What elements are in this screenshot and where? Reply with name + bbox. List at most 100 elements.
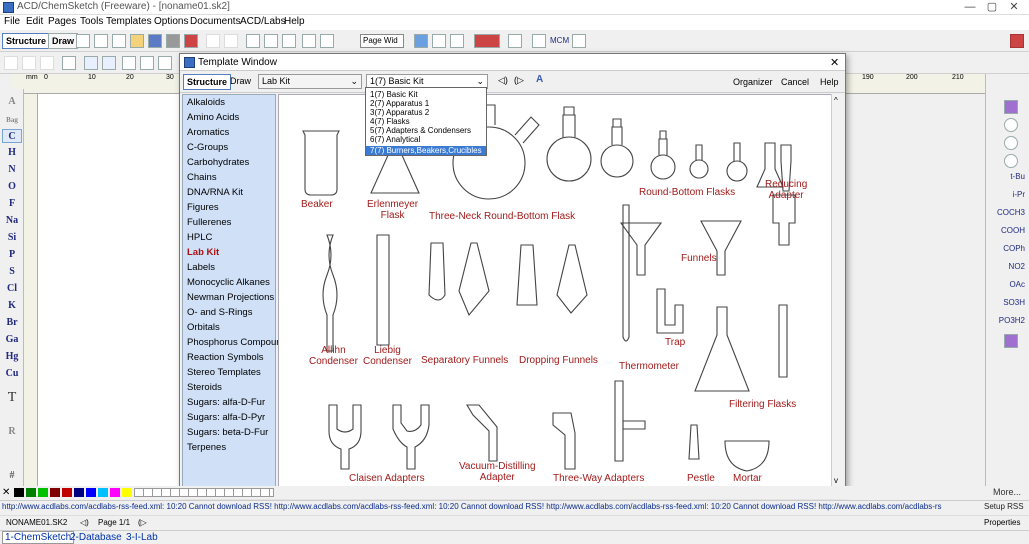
color-swatch[interactable] bbox=[98, 488, 108, 497]
color-swatch[interactable] bbox=[110, 488, 120, 497]
next-page-icon[interactable]: (▷ bbox=[514, 75, 524, 86]
category-item[interactable]: Labels bbox=[187, 262, 215, 273]
category-item[interactable]: Reaction Symbols bbox=[187, 352, 264, 363]
category-item[interactable]: Chains bbox=[187, 172, 217, 183]
category-item[interactable]: Alkaloids bbox=[187, 97, 225, 108]
category-item[interactable]: HPLC bbox=[187, 232, 212, 243]
radical-cooh[interactable]: COOH bbox=[1001, 226, 1025, 235]
atom-c-button[interactable]: C bbox=[2, 129, 22, 143]
periodic-table-button[interactable]: # bbox=[2, 469, 22, 483]
properties-button[interactable]: Properties bbox=[984, 518, 1020, 527]
template-draw-tab[interactable]: Draw bbox=[230, 76, 251, 86]
eraser-icon[interactable] bbox=[122, 56, 136, 70]
pencil-icon[interactable] bbox=[140, 56, 154, 70]
category-item[interactable]: DNA/RNA Kit bbox=[187, 187, 243, 198]
3d-viewer-icon[interactable] bbox=[450, 34, 464, 48]
template-icon[interactable] bbox=[414, 34, 428, 48]
radical-no2[interactable]: NO2 bbox=[1009, 262, 1025, 271]
color-swatch[interactable] bbox=[62, 488, 72, 497]
bag-button[interactable]: Bag bbox=[2, 113, 22, 127]
atom-si-button[interactable]: Si bbox=[2, 231, 22, 245]
cancel-button[interactable]: Cancel bbox=[781, 77, 809, 87]
atom-k-button[interactable]: K bbox=[2, 299, 22, 313]
dropdown-option[interactable]: 2(7) Apparatus 1 bbox=[370, 99, 429, 108]
template-scrollbar[interactable]: ^ v bbox=[831, 94, 843, 492]
category-item[interactable]: Sugars: alfa-D-Pyr bbox=[187, 412, 265, 423]
kit-select[interactable]: Lab Kit ⌄ bbox=[258, 74, 362, 89]
close-button[interactable]: ✕ bbox=[1004, 0, 1024, 15]
prev-page-icon[interactable]: ◁) bbox=[498, 75, 508, 86]
new-page-icon[interactable] bbox=[76, 34, 90, 48]
tautomers-icon[interactable] bbox=[572, 34, 586, 48]
rss-ticker[interactable]: http://www.acdlabs.com/acdlabs-rss-feed.… bbox=[2, 502, 977, 511]
menu-help[interactable]: Help bbox=[284, 16, 305, 27]
minimize-button[interactable]: — bbox=[960, 0, 980, 15]
atom-a-button[interactable]: A bbox=[2, 95, 22, 109]
color-swatch[interactable] bbox=[74, 488, 84, 497]
name-icon[interactable] bbox=[508, 34, 522, 48]
menu-documents[interactable]: Documents bbox=[190, 16, 241, 27]
structure-icon[interactable] bbox=[432, 34, 446, 48]
color-swatch[interactable] bbox=[50, 488, 60, 497]
radical-tbu[interactable]: t-Bu bbox=[1010, 172, 1025, 181]
category-item-selected[interactable]: Lab Kit bbox=[187, 247, 219, 258]
atom-p-button[interactable]: P bbox=[2, 248, 22, 262]
radical-table-icon[interactable] bbox=[1004, 334, 1018, 348]
atom-br-button[interactable]: Br bbox=[2, 316, 22, 330]
structure-mode-button[interactable]: Structure bbox=[2, 33, 51, 49]
cut-icon[interactable] bbox=[246, 34, 260, 48]
dropdown-option[interactable]: 3(7) Apparatus 2 bbox=[370, 108, 429, 117]
bond-draw-icon[interactable] bbox=[84, 56, 98, 70]
print-icon[interactable] bbox=[166, 34, 180, 48]
open-file-icon[interactable] bbox=[130, 34, 144, 48]
dropdown-option[interactable]: 6(7) Analytical bbox=[370, 135, 420, 144]
category-item[interactable]: C-Groups bbox=[187, 142, 228, 153]
category-item[interactable]: Monocyclic Alkanes bbox=[187, 277, 270, 288]
color-swatch[interactable] bbox=[26, 488, 36, 497]
color-swatch[interactable] bbox=[14, 488, 24, 497]
category-item[interactable]: Newman Projections bbox=[187, 292, 274, 303]
tab-chemsketch[interactable]: 1-ChemSketch bbox=[2, 531, 75, 544]
color-swatch[interactable] bbox=[38, 488, 48, 497]
zoom-out-icon[interactable] bbox=[320, 34, 334, 48]
menu-templates[interactable]: Templates bbox=[106, 16, 152, 27]
text-tool-button[interactable]: T bbox=[2, 391, 22, 405]
menu-options[interactable]: Options bbox=[154, 16, 188, 27]
template-preview-area[interactable]: Beaker Erlenmeyer Flask Three-Neck Round… bbox=[278, 94, 841, 492]
category-item[interactable]: Fullerenes bbox=[187, 217, 231, 228]
category-item[interactable]: Orbitals bbox=[187, 322, 220, 333]
properties-icon[interactable] bbox=[532, 34, 546, 48]
new-file-icon[interactable] bbox=[112, 34, 126, 48]
no-color-icon[interactable]: ✕ bbox=[2, 487, 10, 498]
category-item[interactable]: Amino Acids bbox=[187, 112, 239, 123]
atom-s-button[interactable]: S bbox=[2, 265, 22, 279]
atom-cl-button[interactable]: Cl bbox=[2, 282, 22, 296]
atom-ga-button[interactable]: Ga bbox=[2, 333, 22, 347]
dictionary-icon[interactable] bbox=[474, 34, 500, 48]
cyclohexane-icon[interactable] bbox=[1004, 118, 1018, 132]
category-item[interactable]: Phosphorus Compoun bbox=[187, 337, 282, 348]
category-item[interactable]: Carbohydrates bbox=[187, 157, 249, 168]
zoom-in-icon[interactable] bbox=[302, 34, 316, 48]
template-window-close-button[interactable]: ✕ bbox=[830, 56, 839, 69]
export-pdf-icon[interactable] bbox=[184, 34, 198, 48]
pen-icon[interactable] bbox=[158, 56, 172, 70]
scroll-up-icon[interactable]: ^ bbox=[834, 96, 838, 105]
tab-ilab[interactable]: 3-I-Lab bbox=[126, 532, 158, 543]
color-swatch[interactable] bbox=[86, 488, 96, 497]
template-structure-tab[interactable]: Structure bbox=[183, 74, 232, 90]
redo-icon[interactable] bbox=[224, 34, 238, 48]
rotate-icon[interactable] bbox=[22, 56, 36, 70]
atom-o-button[interactable]: O bbox=[2, 180, 22, 194]
category-item[interactable]: O- and S-Rings bbox=[187, 307, 252, 318]
copy-icon[interactable] bbox=[264, 34, 278, 48]
line-style-bar[interactable] bbox=[134, 488, 274, 497]
chain-draw-icon[interactable] bbox=[102, 56, 116, 70]
category-item[interactable]: Steroids bbox=[187, 382, 222, 393]
atom-cu-button[interactable]: Cu bbox=[2, 367, 22, 381]
prev-page-icon[interactable]: ◁) bbox=[80, 518, 89, 527]
category-item[interactable]: Figures bbox=[187, 202, 219, 213]
category-item[interactable]: Aromatics bbox=[187, 127, 229, 138]
save-icon[interactable] bbox=[148, 34, 162, 48]
benzene-icon[interactable] bbox=[1004, 100, 1018, 114]
